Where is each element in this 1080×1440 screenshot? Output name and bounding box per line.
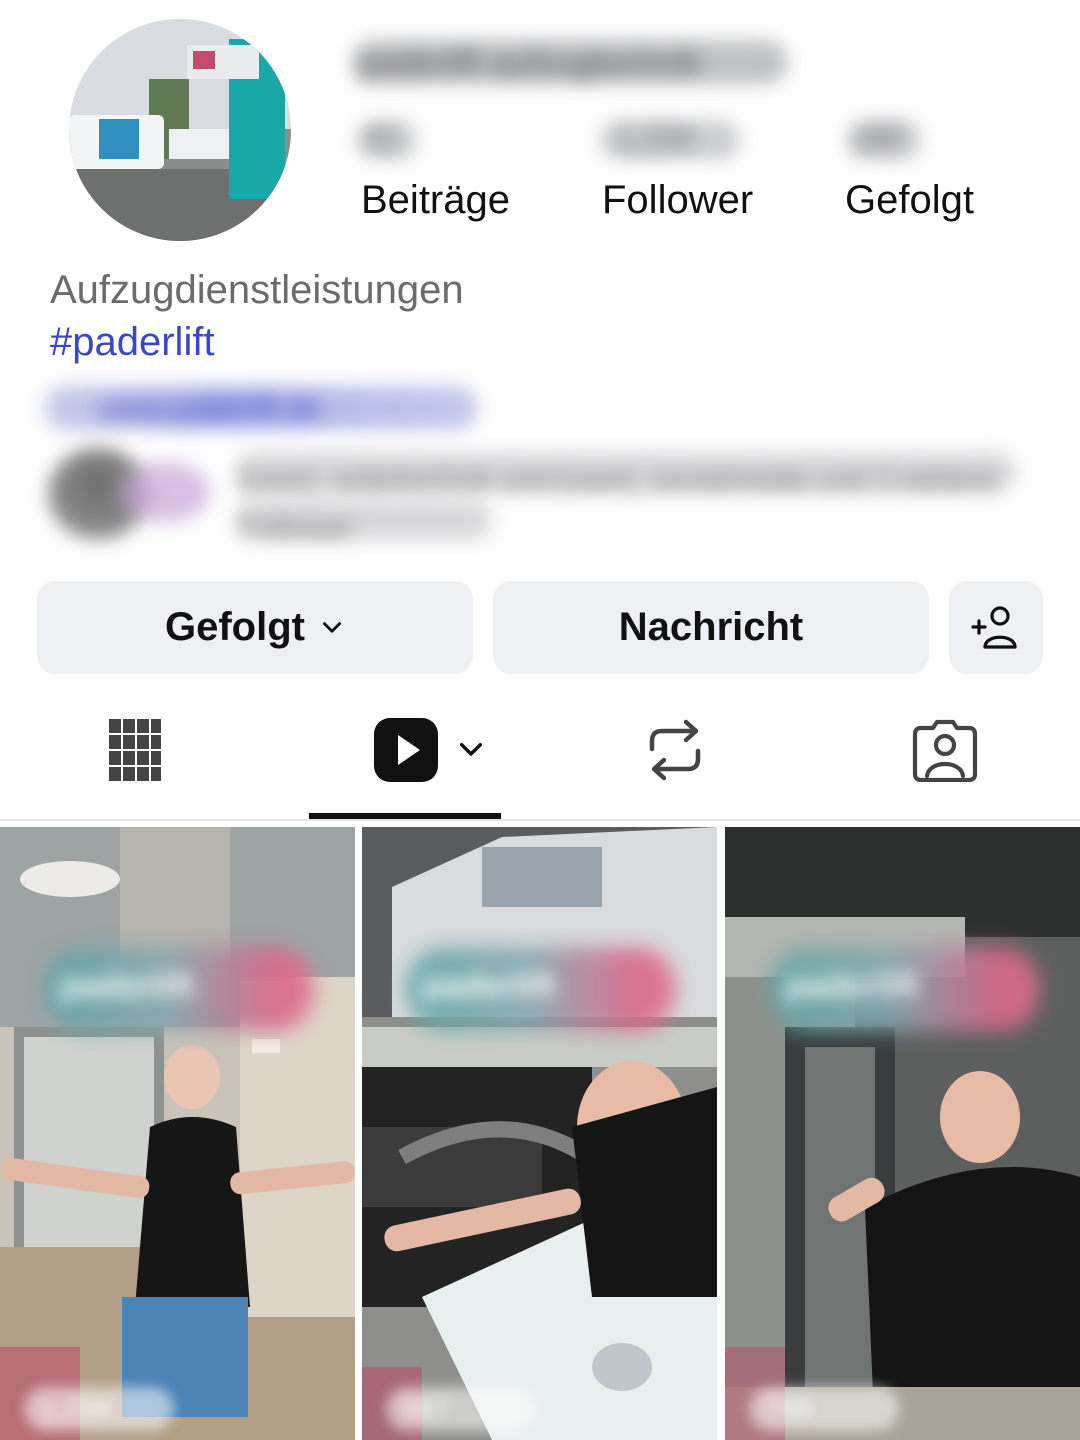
- profile-category: Aufzugdienstleistungen: [50, 268, 464, 312]
- bio-hashtag-link[interactable]: #paderlift: [50, 320, 215, 365]
- tab-reposts[interactable]: [630, 700, 720, 800]
- stat-followers[interactable]: 1.234 Follower: [598, 112, 798, 222]
- stat-posts[interactable]: 41 Beiträge: [355, 112, 555, 222]
- reel-tile-1[interactable]: paderlift 1.234: [0, 827, 355, 1440]
- chevron-down-icon: [322, 621, 341, 633]
- reel-thumbnail: [362, 827, 717, 1440]
- stat-followers-value: 1.234: [618, 122, 694, 155]
- add-user-button[interactable]: [949, 581, 1043, 674]
- profile-link[interactable]: www.paderlift.de: [100, 392, 320, 426]
- stat-following-label: Gefolgt: [845, 178, 974, 222]
- stat-following[interactable]: 180 Gefolgt: [845, 112, 1045, 222]
- following-button-label: Gefolgt: [165, 605, 305, 649]
- mutual-follower-avatar-2[interactable]: [120, 462, 210, 522]
- tagged-person-icon: [912, 719, 978, 782]
- message-button-label: Nachricht: [618, 605, 804, 649]
- reel-view-count: 1.234: [40, 1393, 111, 1424]
- reel-overlay-text: paderlift: [785, 967, 920, 1005]
- reel-overlay-text: paderlift: [422, 967, 557, 1005]
- message-button[interactable]: Nachricht: [493, 581, 929, 674]
- reel-tile-3[interactable]: paderlift 765: [725, 827, 1080, 1440]
- reel-view-count: 765: [765, 1393, 812, 1424]
- stat-posts-label: Beiträge: [361, 178, 510, 222]
- tab-tagged[interactable]: [900, 700, 990, 800]
- add-user-icon: [971, 605, 1017, 649]
- tab-grid[interactable]: [80, 700, 190, 800]
- tabs-divider: [0, 819, 1080, 821]
- reels-play-icon: [374, 718, 438, 782]
- reel-tile-2[interactable]: paderlift 987: [362, 827, 717, 1440]
- chevron-down-icon: [459, 742, 483, 756]
- repost-icon: [649, 719, 701, 781]
- reel-overlay-text: paderlift: [60, 967, 195, 1005]
- reel-thumbnail: [0, 827, 355, 1440]
- avatar-image: [69, 19, 291, 241]
- stat-followers-label: Follower: [602, 178, 754, 222]
- profile-avatar[interactable]: [69, 19, 291, 241]
- stat-posts-value: 41: [365, 122, 399, 155]
- profile-handle: paderlift aufzugtechnik: [360, 44, 701, 82]
- tab-reels[interactable]: [360, 700, 500, 800]
- stat-following-value: 180: [853, 122, 904, 155]
- grid-icon: [109, 719, 161, 781]
- mutual-followers-text[interactable]: [user], solartechnik und [user], socialm…: [240, 456, 1010, 552]
- following-button[interactable]: Gefolgt: [37, 581, 473, 674]
- reel-thumbnail: [725, 827, 1080, 1440]
- reel-view-count: 987: [402, 1393, 449, 1424]
